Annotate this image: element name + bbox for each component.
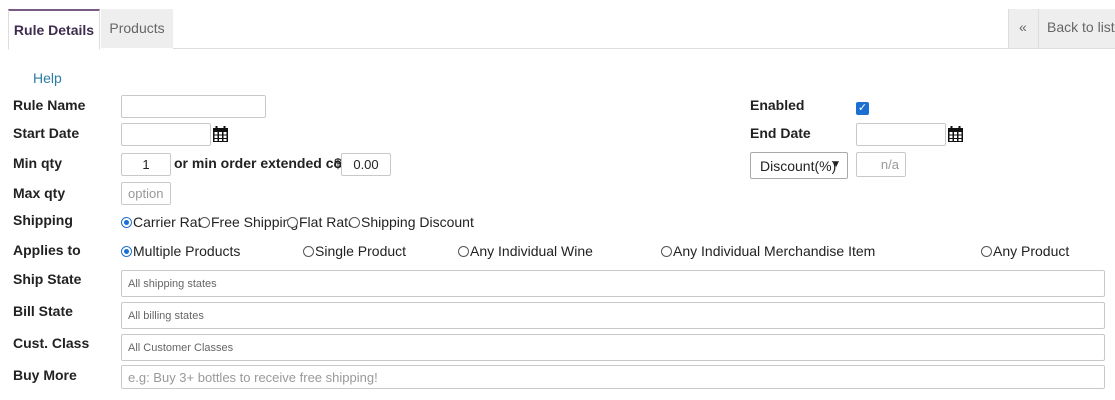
tab-bar: Rule Details Products « Back to list	[0, 0, 1115, 50]
shipping-option-label: Flat Rate	[299, 214, 356, 230]
radio-icon	[349, 217, 360, 228]
shipping-label: Shipping	[13, 212, 73, 228]
separator	[1038, 9, 1039, 48]
min-order-cost-input[interactable]	[341, 153, 391, 176]
min-qty-input[interactable]	[121, 153, 171, 176]
shipping-option-label: Free Shipping	[211, 214, 299, 230]
buy-more-input[interactable]	[121, 365, 1105, 389]
radio-icon	[287, 217, 298, 228]
chevron-down-icon: ▼	[831, 159, 841, 170]
applies-option-label: Any Individual Wine	[470, 243, 593, 259]
applies-option-multiple-products[interactable]: Multiple Products	[121, 243, 240, 259]
applies-option-single-product[interactable]: Single Product	[303, 243, 406, 259]
radio-selected-icon	[121, 246, 132, 257]
radio-icon	[303, 246, 314, 257]
shipping-option-free-shipping[interactable]: Free Shipping	[199, 214, 298, 230]
shipping-option-flat-rate[interactable]: Flat Rate	[287, 214, 356, 230]
tab-divider	[173, 48, 1115, 49]
enabled-checkbox[interactable]: ✓	[856, 102, 869, 115]
discount-type-select[interactable]: Discount(%) ▼	[750, 152, 848, 179]
discount-type-value: Discount(%)	[760, 158, 837, 174]
radio-selected-icon	[121, 217, 132, 228]
min-qty-label: Min qty	[13, 155, 62, 171]
tab-products[interactable]: Products	[101, 9, 173, 48]
radio-icon	[981, 246, 992, 257]
shipping-option-label: Carrier Rate	[133, 214, 210, 230]
calendar-icon[interactable]	[212, 126, 229, 143]
applies-option-label: Any Individual Merchandise Item	[673, 243, 876, 259]
end-date-input[interactable]	[856, 123, 946, 146]
start-date-input[interactable]	[121, 123, 211, 146]
applies-option-label: Single Product	[315, 243, 407, 259]
ship-state-label: Ship State	[13, 271, 82, 287]
max-qty-input[interactable]	[121, 182, 171, 205]
cust-class-label: Cust. Class	[13, 335, 90, 351]
end-date-label: End Date	[750, 125, 811, 141]
applies-to-label: Applies to	[13, 242, 81, 258]
bill-state-input[interactable]	[121, 302, 1105, 329]
buy-more-label: Buy More	[13, 367, 77, 383]
shipping-option-shipping-discount[interactable]: Shipping Discount	[349, 214, 474, 230]
rule-name-label: Rule Name	[13, 97, 86, 113]
radio-icon	[458, 246, 469, 257]
ship-state-input[interactable]	[121, 270, 1105, 297]
tab-rule-details[interactable]: Rule Details	[8, 9, 100, 50]
bill-state-label: Bill State	[13, 303, 73, 319]
back-to-list-label: Back to list	[1047, 19, 1115, 35]
applies-option-any-individual-merchandise[interactable]: Any Individual Merchandise Item	[661, 243, 875, 259]
double-chevron-left-icon: «	[1019, 19, 1027, 35]
rule-name-input[interactable]	[121, 95, 266, 118]
calendar-icon[interactable]	[947, 126, 964, 143]
cust-class-input[interactable]	[121, 334, 1105, 361]
applies-option-label: Multiple Products	[133, 243, 241, 259]
start-date-label: Start Date	[13, 125, 80, 141]
min-order-cost-label: or min order extended cost	[174, 155, 355, 171]
shipping-option-label: Shipping Discount	[361, 214, 474, 230]
discount-value-input[interactable]	[856, 152, 906, 177]
shipping-option-carrier-rate[interactable]: Carrier Rate	[121, 214, 209, 230]
back-to-list-button[interactable]: « Back to list	[1008, 9, 1115, 48]
radio-icon	[199, 217, 210, 228]
help-link[interactable]: Help	[33, 70, 62, 86]
enabled-label: Enabled	[750, 97, 805, 113]
applies-option-label: Any Product	[993, 243, 1070, 259]
radio-icon	[661, 246, 672, 257]
applies-option-any-individual-wine[interactable]: Any Individual Wine	[458, 243, 593, 259]
applies-option-any-product[interactable]: Any Product	[981, 243, 1069, 259]
max-qty-label: Max qty	[13, 185, 66, 201]
